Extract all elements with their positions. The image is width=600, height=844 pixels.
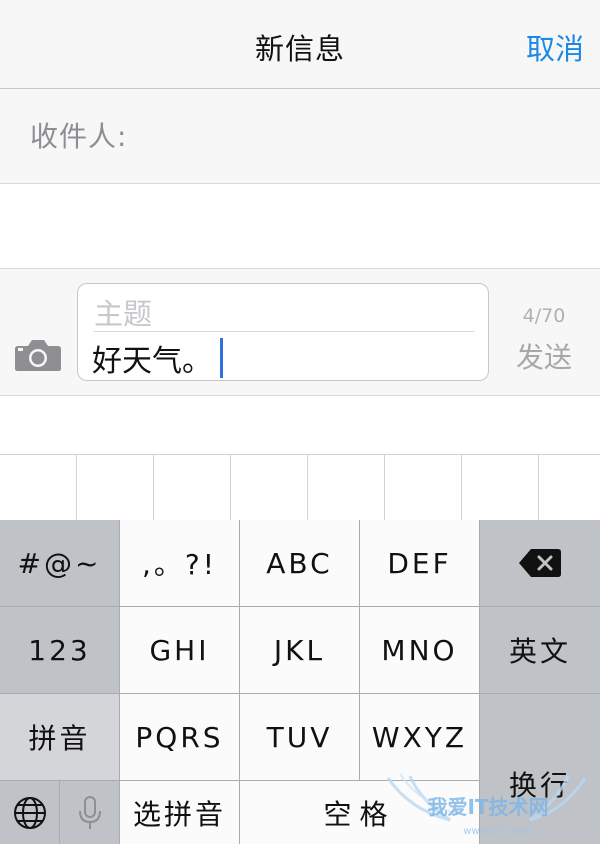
dictation-key[interactable] <box>60 781 120 844</box>
cancel-button[interactable]: 取消 <box>526 26 584 68</box>
recipient-field[interactable]: 收件人: <box>0 89 600 184</box>
candidate-cell[interactable] <box>231 455 308 521</box>
subject-input[interactable]: 主题 <box>94 291 152 333</box>
candidate-cell[interactable] <box>77 455 154 521</box>
microphone-icon <box>78 795 101 829</box>
key-label: PQRS <box>135 720 224 754</box>
recipient-label: 收件人: <box>30 120 128 153</box>
key-english[interactable]: 英文 <box>480 607 600 694</box>
key-select-pinyin[interactable]: 选拼音 <box>120 781 240 844</box>
message-input-box[interactable]: 主题 好天气。 <box>77 283 489 381</box>
message-body-input[interactable]: 好天气。 <box>92 336 223 380</box>
candidate-cell[interactable] <box>308 455 385 521</box>
backspace-icon <box>519 549 561 577</box>
key-label: 英文 <box>508 635 571 668</box>
key-ghi[interactable]: GHI <box>120 607 240 694</box>
page-title: 新信息 <box>254 32 345 66</box>
candidate-grid <box>0 454 600 521</box>
key-abc[interactable]: ABC <box>240 520 360 607</box>
key-label: DEF <box>387 546 452 580</box>
key-punctuation[interactable]: ,。?! <box>120 520 240 607</box>
keyboard: #@~ ,。?! ABC DEF 123 GHI JKL MNO 英文 拼音 P… <box>0 520 600 844</box>
key-label: ABC <box>266 546 333 580</box>
candidate-bar <box>0 396 600 454</box>
key-jkl[interactable]: JKL <box>240 607 360 694</box>
send-button[interactable]: 发送 <box>512 336 576 376</box>
key-label: 空格 <box>323 797 396 831</box>
key-label: GHI <box>149 633 210 667</box>
text-caret <box>220 338 223 378</box>
globe-key[interactable] <box>0 781 60 844</box>
candidate-cell[interactable] <box>0 455 77 521</box>
key-tuv[interactable]: TUV <box>240 694 360 781</box>
key-label: #@~ <box>17 546 102 580</box>
key-123[interactable]: 123 <box>0 607 120 694</box>
delete-key[interactable] <box>480 520 600 607</box>
key-wxyz[interactable]: WXYZ <box>360 694 480 781</box>
key-label: TUV <box>266 720 333 754</box>
candidate-cell[interactable] <box>154 455 231 521</box>
key-label: 拼音 <box>28 722 91 755</box>
key-pinyin[interactable]: 拼音 <box>0 694 120 781</box>
candidate-cell[interactable] <box>539 455 600 521</box>
message-thread-area <box>0 184 600 269</box>
key-label: JKL <box>273 633 326 667</box>
candidate-cell[interactable] <box>385 455 462 521</box>
key-def[interactable]: DEF <box>360 520 480 607</box>
key-symbols[interactable]: #@~ <box>0 520 120 607</box>
key-label: WXYZ <box>371 720 468 754</box>
return-key[interactable]: 换行 <box>480 694 600 844</box>
key-mno[interactable]: MNO <box>360 607 480 694</box>
camera-icon[interactable] <box>14 338 62 372</box>
message-body-text: 好天气。 <box>92 344 212 379</box>
space-key[interactable]: 空格 <box>240 781 480 844</box>
key-label: MNO <box>381 633 458 667</box>
subject-divider <box>94 331 474 332</box>
navigation-bar: 新信息 取消 <box>0 0 600 89</box>
key-label: ,。?! <box>142 548 217 581</box>
key-pqrs[interactable]: PQRS <box>120 694 240 781</box>
globe-icon <box>13 796 46 829</box>
character-count: 4/70 <box>522 305 566 327</box>
key-label: 换行 <box>508 769 571 802</box>
key-label: 选拼音 <box>132 797 226 831</box>
key-label: 123 <box>28 633 91 667</box>
candidate-cell[interactable] <box>462 455 539 521</box>
